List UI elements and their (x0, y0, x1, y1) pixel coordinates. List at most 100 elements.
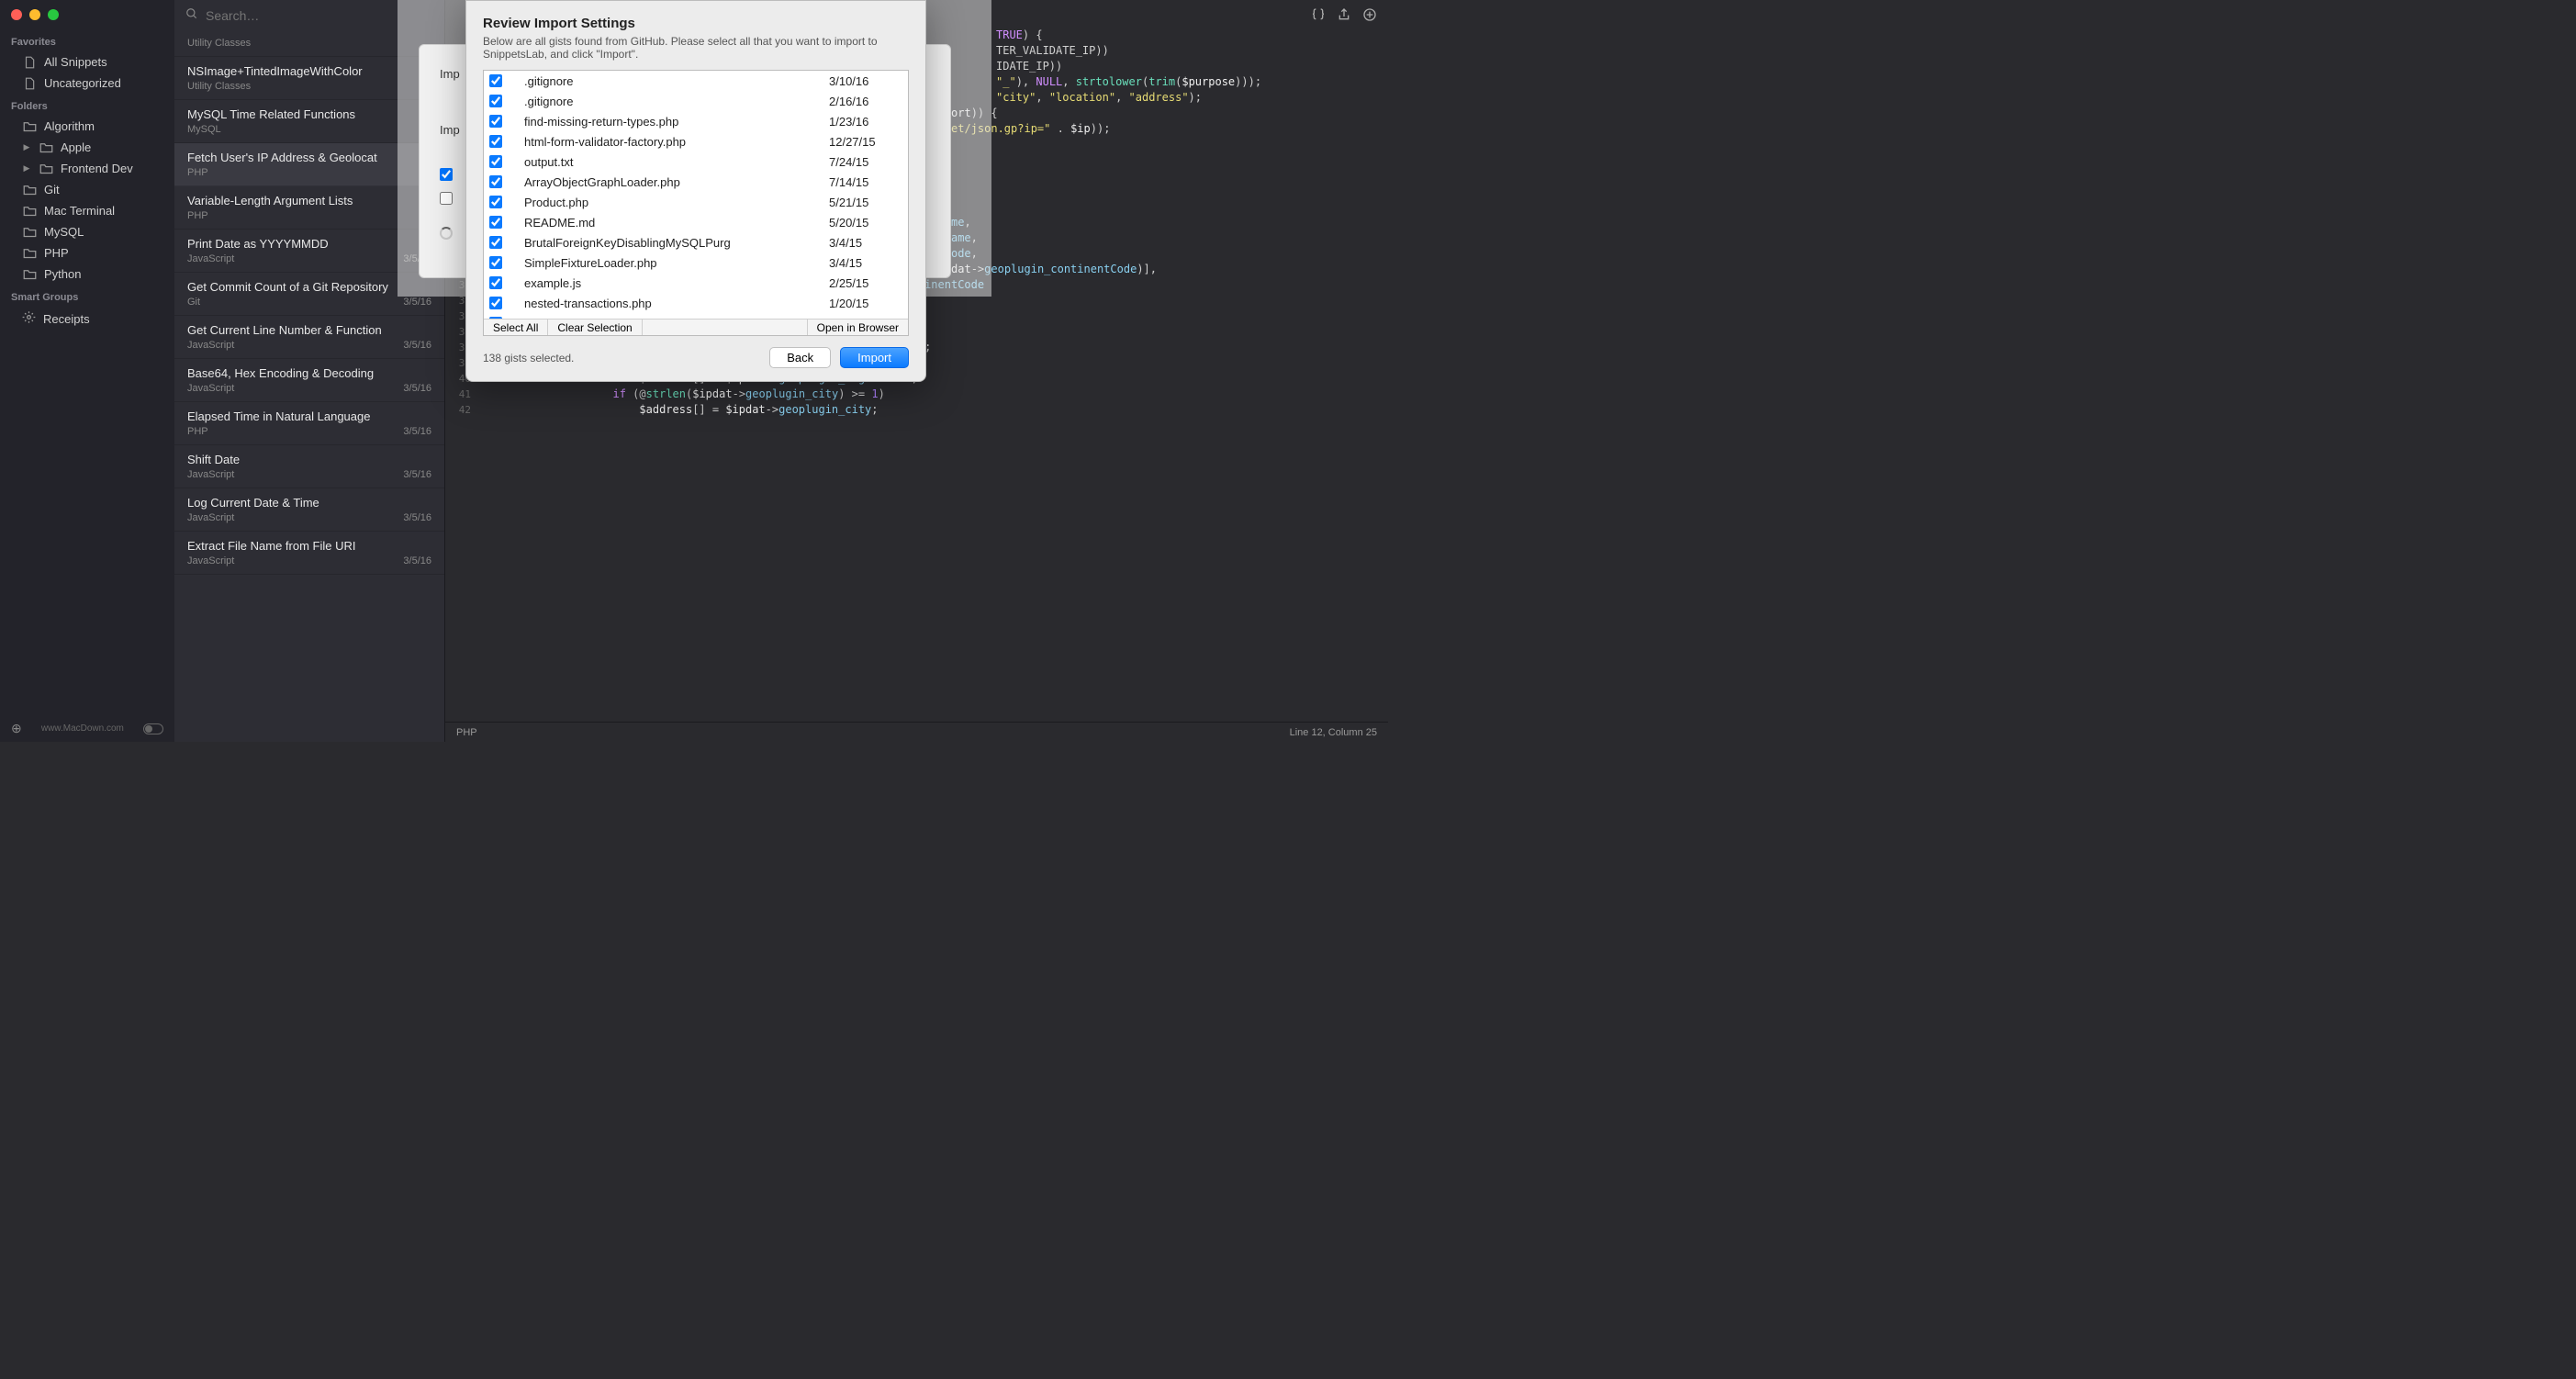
gist-checkbox[interactable] (489, 95, 502, 107)
gist-date: 3/4/15 (829, 236, 902, 250)
gear-icon (22, 310, 36, 327)
sidebar-item-label: Algorithm (44, 119, 95, 133)
folder-icon (22, 226, 37, 238)
minimize-window-button[interactable] (29, 9, 40, 20)
line-number: 41 (445, 387, 480, 402)
snippet-date: 3/5/16 (403, 340, 431, 351)
gist-row[interactable]: Product.php5/21/15 (484, 192, 908, 212)
select-all-button[interactable]: Select All (484, 320, 548, 336)
snippet-language: JavaScript (187, 469, 234, 480)
snippet-date: 3/5/16 (403, 512, 431, 523)
code-line: TER_VALIDATE_IP)) (996, 43, 1388, 59)
gist-name: output.txt (524, 155, 829, 169)
gist-date: 3/4/15 (829, 256, 902, 270)
folder-icon (22, 247, 37, 259)
gist-checkbox[interactable] (489, 297, 502, 309)
snippet-language: JavaScript (187, 383, 234, 394)
import-option-checkbox-1[interactable] (440, 168, 453, 181)
sidebar-item-label: Python (44, 267, 81, 281)
snippet-list-item[interactable]: Get Current Line Number & FunctionJavaSc… (174, 316, 444, 359)
gist-checkbox[interactable] (489, 196, 502, 208)
gist-date: 7/14/15 (829, 175, 902, 189)
add-icon[interactable]: ⊕ (11, 721, 22, 736)
gist-checkbox[interactable] (489, 256, 502, 269)
close-window-button[interactable] (11, 9, 22, 20)
gist-table-body[interactable]: .gitignore3/10/16.gitignore2/16/16find-m… (484, 71, 908, 319)
snippet-title: Print Date as YYYYMMDD (187, 237, 431, 251)
gist-row[interactable]: find-missing-return-types.php1/23/16 (484, 111, 908, 131)
back-button[interactable]: Back (769, 347, 831, 368)
snippet-list-item[interactable]: Base64, Hex Encoding & Decoding JavaScrip… (174, 359, 444, 402)
folder-item[interactable]: MySQL (0, 221, 174, 242)
folder-item[interactable]: Algorithm (0, 116, 174, 137)
gist-name: SimpleFixtureLoader.php (524, 256, 829, 270)
snippet-list-item[interactable]: Elapsed Time in Natural LanguagePHP3/5/1… (174, 402, 444, 445)
chevron-right-icon[interactable]: ▶ (22, 163, 31, 174)
gist-checkbox[interactable] (489, 135, 502, 148)
folder-item[interactable]: ▶Frontend Dev (0, 158, 174, 179)
gist-name: .gitignore (524, 95, 829, 108)
traffic-lights (0, 0, 174, 29)
spinner-icon (440, 227, 453, 240)
selection-status: 138 gists selected. (483, 352, 760, 364)
gist-checkbox[interactable] (489, 74, 502, 87)
folder-item[interactable]: Mac Terminal (0, 200, 174, 221)
gist-row[interactable]: ArrayObjectGraphLoader.php7/14/15 (484, 172, 908, 192)
folder-item[interactable]: PHP (0, 242, 174, 263)
smart-group-item[interactable]: Receipts (0, 307, 174, 331)
gist-row[interactable]: nested-transactions.php1/20/15 (484, 293, 908, 313)
gist-row[interactable]: BrutalForeignKeyDisablingMySQLPurg3/4/15 (484, 232, 908, 252)
folder-item[interactable]: Python (0, 263, 174, 285)
braces-icon[interactable] (1311, 7, 1326, 22)
gist-date: 2/25/15 (829, 276, 902, 290)
gist-checkbox[interactable] (489, 175, 502, 188)
gist-checkbox[interactable] (489, 236, 502, 249)
favorites-item[interactable]: Uncategorized (0, 73, 174, 94)
sidebar-toggle[interactable] (143, 723, 163, 734)
favorites-item[interactable]: All Snippets (0, 51, 174, 73)
gist-checkbox[interactable] (489, 276, 502, 289)
folder-item[interactable]: ▶Apple (0, 137, 174, 158)
snippet-language: PHP (187, 167, 208, 178)
add-icon[interactable] (1362, 7, 1377, 22)
import-option-checkbox-2[interactable] (440, 192, 453, 205)
snippet-date: 3/5/16 (403, 383, 431, 394)
snippet-title: Base64, Hex Encoding & Decoding (187, 366, 431, 380)
gist-row[interactable]: SimpleFixtureLoader.php3/4/15 (484, 252, 908, 273)
folder-icon (22, 120, 37, 132)
import-button[interactable]: Import (840, 347, 909, 368)
import-account-label: Imp (440, 67, 460, 81)
smart-groups-header: Smart Groups (0, 285, 174, 307)
gist-date: 1/20/15 (829, 297, 902, 310)
snippet-date: 3/5/16 (403, 469, 431, 480)
gist-checkbox[interactable] (489, 155, 502, 168)
editor-toolbar (1300, 0, 1388, 29)
gist-row[interactable]: html-form-validator-factory.php12/27/15 (484, 131, 908, 151)
clear-selection-button[interactable]: Clear Selection (548, 320, 642, 336)
gist-checkbox[interactable] (489, 317, 502, 319)
snippet-list-item[interactable]: Shift DateJavaScript3/5/16 (174, 445, 444, 488)
snippet-list-item[interactable]: Extract File Name from File URIJavaScrip… (174, 532, 444, 575)
gist-name: find-missing-return-types.php (524, 115, 829, 129)
gist-row[interactable]: Foo54b039119141f998026307.php1/10/15 (484, 313, 908, 319)
code-line: TRUE) { (996, 28, 1388, 43)
folder-item[interactable]: Git (0, 179, 174, 200)
gist-row[interactable]: .gitignore2/16/16 (484, 91, 908, 111)
gist-row[interactable]: output.txt7/24/15 (484, 151, 908, 172)
code-line: "_"), NULL, strtolower(trim($purpose))); (996, 74, 1388, 90)
folders-header: Folders (0, 94, 174, 116)
gist-row[interactable]: example.js2/25/15 (484, 273, 908, 293)
statusbar-language[interactable]: PHP (456, 727, 477, 738)
share-icon[interactable] (1337, 7, 1351, 22)
snippet-list-item[interactable]: Log Current Date & TimeJavaScript3/5/16 (174, 488, 444, 532)
gist-checkbox[interactable] (489, 216, 502, 229)
gist-row[interactable]: .gitignore3/10/16 (484, 71, 908, 91)
gist-row[interactable]: README.md5/20/15 (484, 212, 908, 232)
footer-text: www.MacDown.com (41, 723, 124, 734)
open-in-browser-button[interactable]: Open in Browser (808, 320, 908, 336)
sidebar-item-label: Receipts (43, 312, 90, 326)
zoom-window-button[interactable] (48, 9, 59, 20)
gist-checkbox[interactable] (489, 115, 502, 128)
chevron-right-icon[interactable]: ▶ (22, 142, 31, 152)
gist-name: example.js (524, 276, 829, 290)
